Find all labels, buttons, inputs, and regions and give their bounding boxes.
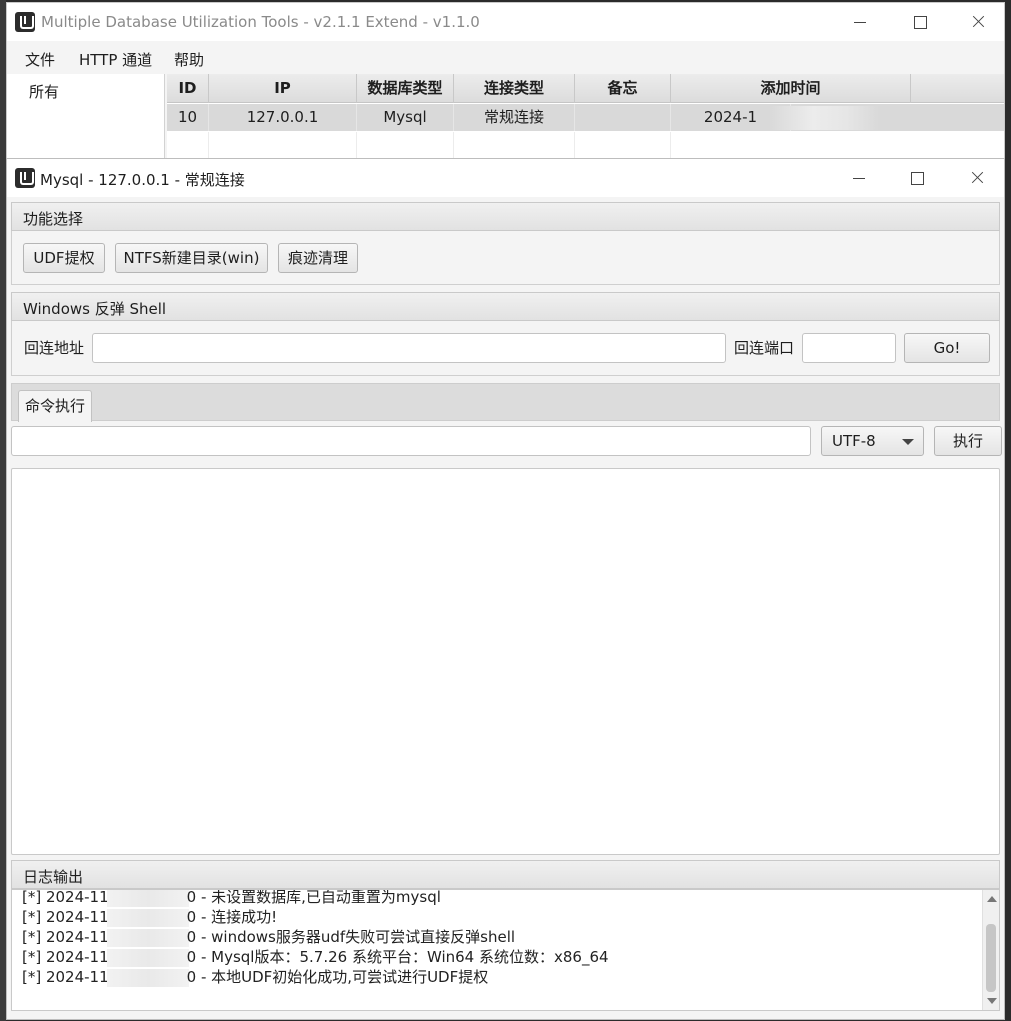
redacted-blur (106, 890, 189, 907)
command-input[interactable] (11, 426, 811, 456)
column-header-id[interactable]: ID (167, 74, 209, 103)
log-line: [*] 2024-11 0 - 未设置数据库,已自动重置为mysql (22, 889, 441, 907)
main-window: Multiple Database Utilization Tools - v2… (6, 2, 1005, 162)
log-section-header[interactable]: 日志输出 (11, 860, 1000, 889)
command-output-area[interactable] (11, 468, 1000, 855)
app-logo-icon (15, 12, 35, 32)
group-tree: 所有 (7, 74, 165, 162)
udf-escalation-button[interactable]: UDF提权 (23, 243, 105, 273)
log-line: [*] 2024-11 0 - 本地UDF初始化成功,可尝试进行UDF提权 (22, 966, 488, 987)
column-header-added-time[interactable]: 添加时间 (671, 74, 911, 103)
column-header-note[interactable]: 备忘 (575, 74, 671, 103)
log-line: [*] 2024-11 0 - windows服务器udf失败可尝试直接反弹she… (22, 926, 515, 947)
column-header-db-type[interactable]: 数据库类型 (357, 74, 454, 103)
table-header: ID IP 数据库类型 连接类型 备忘 添加时间 (167, 74, 1004, 103)
shell-section-body: 回连地址 回连端口 Go! (11, 321, 1000, 376)
log-timestamp: [*] 2024-11 (22, 908, 109, 926)
redacted-blur (106, 928, 189, 947)
log-scrollbar[interactable] (982, 890, 999, 1010)
log-timestamp: [*] 2024-11 (22, 889, 109, 906)
maximize-button[interactable] (900, 9, 940, 35)
function-section-title: 功能选择 (23, 210, 84, 228)
redacted-blur (106, 908, 189, 927)
close-button[interactable] (957, 165, 997, 191)
menu-file[interactable]: 文件 (25, 49, 55, 70)
tab-bar: 命令执行 (11, 383, 1000, 422)
tab-command-exec[interactable]: 命令执行 (18, 390, 92, 422)
maximize-button[interactable] (897, 165, 937, 191)
menu-http-channel[interactable]: HTTP 通道 (79, 49, 152, 70)
main-titlebar[interactable]: Multiple Database Utilization Tools - v2… (7, 3, 1004, 41)
log-section-title: 日志输出 (23, 868, 84, 886)
host-label: 回连地址 (24, 339, 85, 357)
main-window-title: Multiple Database Utilization Tools - v2… (41, 13, 480, 31)
function-section-body: UDF提权 NTFS新建目录(win) 痕迹清理 (11, 231, 1000, 285)
tree-item-all[interactable]: 所有 (29, 81, 59, 102)
redacted-blur (106, 948, 189, 967)
log-output-area[interactable]: [*] 2024-11 0 - 未设置数据库,已自动重置为mysql [*] 20… (11, 889, 1000, 1011)
ntfs-mkdir-button[interactable]: NTFS新建目录(win) (115, 243, 268, 273)
scroll-thumb[interactable] (986, 924, 996, 992)
encoding-select[interactable]: UTF-8 (821, 426, 924, 456)
minimize-button[interactable] (839, 165, 879, 191)
port-input[interactable] (802, 333, 896, 363)
mysql-connection-window: Mysql - 127.0.0.1 - 常规连接 功能选择 UDF提权 NTFS… (6, 158, 1005, 1020)
table-row[interactable]: 10 127.0.0.1 Mysql 常规连接 2024-1 (167, 104, 1004, 131)
trace-cleanup-button[interactable]: 痕迹清理 (278, 243, 358, 273)
scroll-up-icon[interactable] (987, 896, 997, 902)
cell-db-type: Mysql (357, 104, 454, 131)
log-message: 0 - 本地UDF初始化成功,可尝试进行UDF提权 (186, 968, 489, 986)
close-button[interactable] (958, 9, 998, 35)
log-message: 0 - 连接成功! (186, 908, 278, 926)
cell-conn-type: 常规连接 (454, 104, 575, 131)
column-header-ip[interactable]: IP (209, 74, 357, 103)
scroll-down-icon[interactable] (987, 998, 997, 1004)
cell-ip: 127.0.0.1 (209, 104, 357, 131)
log-message: 0 - windows服务器udf失败可尝试直接反弹shell (186, 928, 516, 946)
log-line: [*] 2024-11 0 - 连接成功! (22, 906, 277, 927)
redacted-blur (106, 968, 189, 987)
port-label: 回连端口 (734, 339, 795, 357)
execute-button[interactable]: 执行 (934, 426, 1002, 456)
log-message: 0 - 未设置数据库,已自动重置为mysql (186, 889, 441, 906)
menu-help[interactable]: 帮助 (174, 49, 204, 70)
log-timestamp: [*] 2024-11 (22, 948, 109, 966)
function-section-header[interactable]: 功能选择 (11, 202, 1000, 231)
menubar: 文件 HTTP 通道 帮助 (7, 43, 1004, 73)
log-timestamp: [*] 2024-11 (22, 968, 109, 986)
sub-window-title: Mysql - 127.0.0.1 - 常规连接 (40, 171, 245, 189)
column-header-conn-type[interactable]: 连接类型 (454, 74, 575, 103)
log-line: [*] 2024-11 0 - Mysql版本：5.7.26 系统平台：Win64… (22, 946, 609, 967)
app-logo-icon (15, 168, 35, 188)
redacted-blur (769, 106, 879, 130)
go-button[interactable]: Go! (904, 333, 990, 363)
encoding-value: UTF-8 (832, 432, 876, 450)
log-timestamp: [*] 2024-11 (22, 928, 109, 946)
host-input[interactable] (92, 333, 726, 363)
connection-table: ID IP 数据库类型 连接类型 备忘 添加时间 10 127.0.0.1 My… (167, 74, 1004, 162)
chevron-down-icon (902, 439, 914, 445)
cell-note (575, 104, 671, 131)
shell-section-title: Windows 反弹 Shell (23, 300, 167, 318)
cell-id: 10 (167, 104, 209, 131)
shell-section-header[interactable]: Windows 反弹 Shell (11, 292, 1000, 321)
log-message: 0 - Mysql版本：5.7.26 系统平台：Win64 系统位数：x86_6… (186, 948, 609, 966)
sub-titlebar[interactable]: Mysql - 127.0.0.1 - 常规连接 (7, 159, 1004, 197)
minimize-button[interactable] (840, 9, 880, 35)
